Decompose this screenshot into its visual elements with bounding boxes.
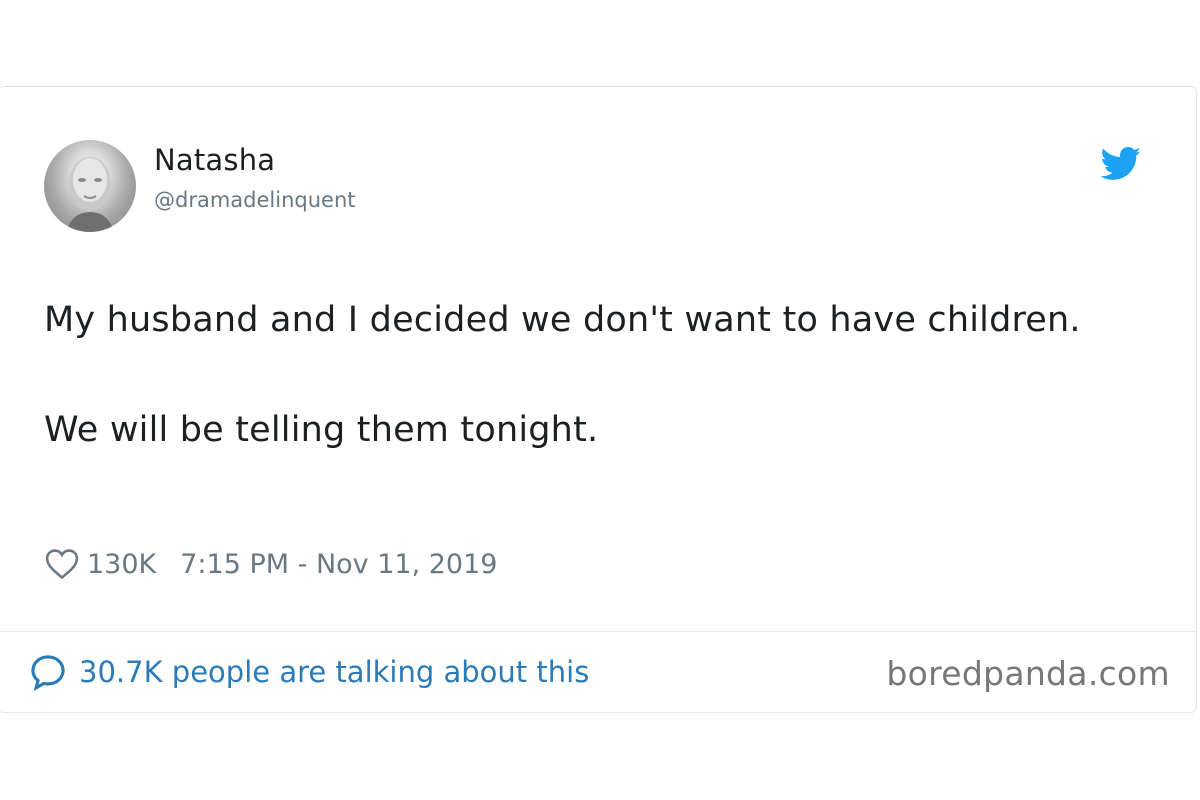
divider	[0, 631, 1196, 632]
twitter-bird-icon[interactable]	[1100, 147, 1142, 181]
tweet-paragraph: My husband and I decided we don't want t…	[44, 300, 1081, 340]
tweet-meta: 130K 7:15 PM - Nov 11, 2019	[45, 544, 497, 584]
speech-bubble-icon	[31, 655, 65, 691]
tweet-paragraph: We will be telling them tonight.	[44, 410, 599, 450]
tweet-text: My husband and I decided we don't want t…	[44, 293, 1144, 458]
like-count[interactable]: 130K	[87, 549, 156, 580]
author-handle[interactable]: @dramadelinquent	[154, 188, 356, 212]
watermark: boredpanda.com	[886, 654, 1170, 693]
tweet-card: Natasha @dramadelinquent My husband and …	[0, 86, 1197, 713]
timestamp[interactable]: 7:15 PM - Nov 11, 2019	[180, 549, 497, 580]
avatar-portrait	[66, 157, 114, 232]
avatar[interactable]	[44, 140, 136, 232]
author-name[interactable]: Natasha	[154, 143, 275, 177]
conversation-link[interactable]: 30.7K people are talking about this	[29, 650, 589, 694]
conversation-label: 30.7K people are talking about this	[79, 655, 590, 689]
heart-icon[interactable]	[45, 548, 79, 580]
